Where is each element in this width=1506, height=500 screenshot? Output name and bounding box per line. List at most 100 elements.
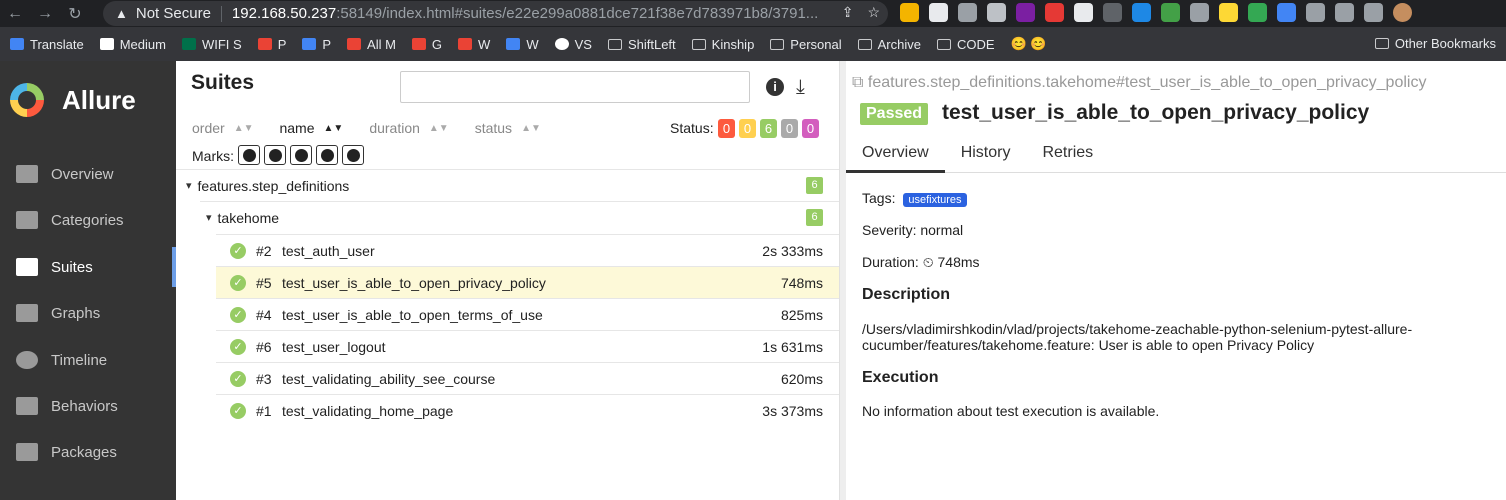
bookmark-label: CODE	[956, 36, 995, 52]
back-icon[interactable]: ←	[0, 0, 30, 27]
bookmark-folder[interactable]: CODE	[936, 36, 995, 52]
sort-duration[interactable]: duration ▲▼	[369, 120, 448, 136]
sidebar-item-overview[interactable]: Overview	[0, 154, 176, 194]
suite-group[interactable]: ▾ features.step_definitions 6	[176, 169, 839, 201]
test-detail-pane: ⧉ features.step_definitions.takehome#tes…	[846, 61, 1506, 500]
status-passed-toggle[interactable]: 6	[760, 119, 777, 138]
sort-arrows-icon: ▲▼	[323, 122, 344, 134]
sidebar-item-packages[interactable]: Packages	[0, 432, 176, 472]
sidebar-item-label: Overview	[51, 165, 114, 183]
mark-new-failed-toggle[interactable]	[264, 145, 286, 165]
status-skipped-toggle[interactable]: 0	[781, 119, 798, 138]
extension-icon[interactable]	[1277, 3, 1296, 22]
extension-icon[interactable]	[1074, 3, 1093, 22]
test-name: test_user_logout	[282, 338, 386, 355]
reload-icon[interactable]: ↻	[60, 0, 90, 27]
mark-flaky-toggle[interactable]	[238, 145, 260, 165]
bookmark-item[interactable]: Medium	[99, 37, 166, 52]
status-unknown-toggle[interactable]: 0	[802, 119, 819, 138]
test-row[interactable]: ✓ #3 test_validating_ability_see_course …	[216, 362, 839, 394]
test-row[interactable]: ✓ #6 test_user_logout 1s 631ms	[216, 330, 839, 362]
test-duration: 620ms	[780, 370, 823, 387]
flag-icon	[16, 211, 38, 229]
bookmark-label: Personal	[790, 36, 842, 52]
sidebar-item-graphs[interactable]: Graphs	[0, 293, 176, 333]
media-icon[interactable]	[1335, 3, 1354, 22]
info-icon[interactable]: i	[766, 78, 784, 96]
forward-icon[interactable]: →	[30, 0, 60, 27]
bookmark-item[interactable]: P	[257, 36, 287, 52]
bookmark-item[interactable]: All M	[347, 37, 396, 52]
bookmark-item[interactable]: WIFI S	[181, 37, 242, 52]
test-row[interactable]: ✓ #2 test_auth_user 2s 333ms	[216, 234, 839, 266]
bomb-icon	[242, 148, 256, 162]
bookmark-item[interactable]: G	[411, 37, 442, 52]
bookmark-item[interactable]: W	[506, 37, 539, 52]
mark-new-passed-toggle[interactable]	[290, 145, 312, 165]
extension-icon[interactable]	[958, 3, 977, 22]
extension-icon[interactable]	[1045, 3, 1064, 22]
search-input[interactable]	[400, 71, 750, 103]
share-icon[interactable]: ⇪	[842, 4, 854, 21]
bookmark-item[interactable]: W	[458, 37, 490, 52]
sidebar-item-categories[interactable]: Categories	[0, 200, 176, 240]
extension-icon[interactable]	[1219, 3, 1238, 22]
bookmark-folder[interactable]: Kinship	[691, 37, 754, 52]
gmail-icon	[458, 38, 473, 50]
status-broken-toggle[interactable]: 0	[739, 119, 756, 138]
sidebar-item-label: Suites	[51, 258, 93, 276]
extension-icon[interactable]	[1016, 3, 1035, 22]
profile-avatar[interactable]	[1393, 3, 1412, 22]
bookmark-folder[interactable]: ShiftLeft	[607, 37, 676, 52]
extension-icon[interactable]	[1190, 3, 1209, 22]
test-number: #3	[256, 370, 272, 387]
github-icon	[554, 38, 569, 50]
sort-status[interactable]: status ▲▼	[475, 120, 541, 136]
sidepanel-icon[interactable]	[1364, 3, 1383, 22]
bookmark-item[interactable]: P	[302, 37, 331, 52]
tab-history[interactable]: History	[945, 139, 1027, 173]
bookmark-label: P	[277, 36, 287, 52]
folder-icon	[857, 38, 872, 50]
sort-label: name	[279, 120, 315, 136]
test-duration: 2s 333ms	[762, 242, 823, 259]
emoji-bookmark[interactable]: 😊 😊	[1011, 36, 1047, 52]
status-failed-toggle[interactable]: 0	[718, 119, 735, 138]
tab-overview[interactable]: Overview	[846, 139, 945, 173]
test-row[interactable]: ✓ #1 test_validating_home_page 3s 373ms	[216, 394, 839, 426]
check-circle-icon: ✓	[230, 306, 246, 323]
extension-icon[interactable]	[1132, 3, 1151, 22]
brand[interactable]: Allure	[10, 83, 136, 117]
sidebar-item-timeline[interactable]: Timeline	[0, 340, 176, 380]
mark-new-broken-toggle[interactable]	[316, 145, 338, 165]
test-row[interactable]: ✓ #4 test_user_is_able_to_open_terms_of_…	[216, 298, 839, 330]
bookmark-item[interactable]: VS	[554, 37, 592, 52]
extension-icon[interactable]	[987, 3, 1006, 22]
pane-splitter[interactable]	[839, 61, 846, 500]
sidebar-item-behaviors[interactable]: Behaviors	[0, 386, 176, 426]
extension-icon[interactable]	[1248, 3, 1267, 22]
mark-retries-toggle[interactable]	[342, 145, 364, 165]
suite-group-count: 6	[806, 209, 823, 226]
extension-icon[interactable]	[900, 3, 919, 22]
address-bar[interactable]: ▲ Not Secure 192.168.50.237 :58149/index…	[103, 1, 888, 26]
sidebar-item-suites[interactable]: Suites	[0, 247, 176, 287]
test-row-selected[interactable]: ✓ #5 test_user_is_able_to_open_privacy_p…	[216, 266, 839, 298]
sort-order[interactable]: order ▲▼	[192, 120, 253, 136]
other-bookmarks[interactable]: Other Bookmarks	[1374, 36, 1496, 51]
copy-icon[interactable]: ⧉	[852, 74, 868, 91]
star-icon[interactable]: ☆	[867, 4, 880, 21]
translate-icon	[10, 38, 24, 50]
extension-icon[interactable]	[929, 3, 948, 22]
bookmark-folder[interactable]: Personal	[770, 36, 842, 52]
sort-name[interactable]: name ▲▼	[279, 120, 343, 136]
suite-subgroup[interactable]: ▾ takehome 6	[200, 201, 839, 233]
tab-retries[interactable]: Retries	[1026, 139, 1109, 173]
puzzle-icon[interactable]	[1306, 3, 1325, 22]
download-icon[interactable]: ⤓	[796, 76, 805, 99]
gmail-icon	[411, 38, 426, 50]
bookmark-folder[interactable]: Archive	[857, 37, 921, 52]
extension-icon[interactable]	[1161, 3, 1180, 22]
extension-icon[interactable]	[1103, 3, 1122, 22]
bookmark-item[interactable]: Translate	[10, 37, 84, 52]
